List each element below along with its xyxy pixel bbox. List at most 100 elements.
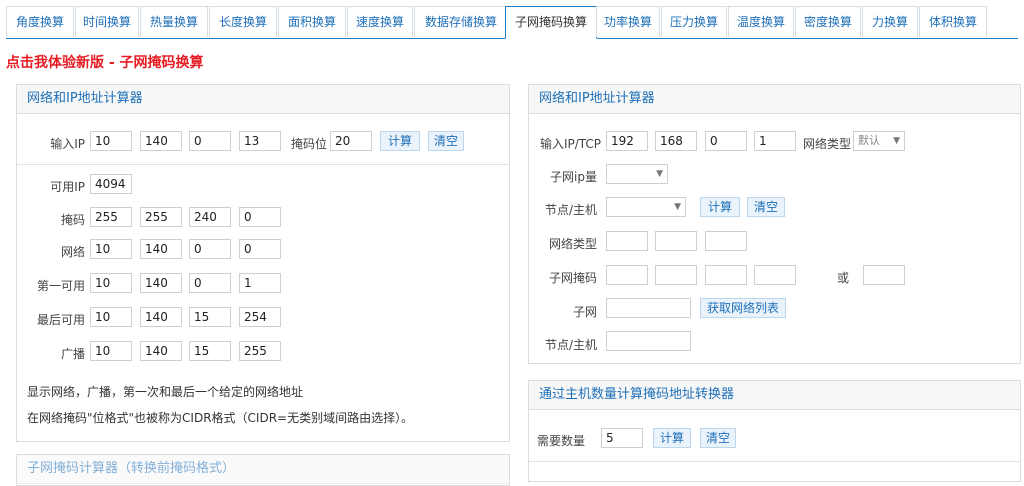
or-label: 或 [836,271,849,285]
broadcast-octet-3[interactable] [189,341,231,361]
ip-octet-2[interactable] [140,131,182,151]
usable-ip-value[interactable] [90,174,132,194]
node-host-output[interactable] [606,331,691,351]
tab-speed[interactable]: 速度换算 [347,6,413,37]
first-usable-octet-1[interactable] [90,273,132,293]
divider [17,164,509,165]
tab-data-storage[interactable]: 数据存储换算 [414,6,508,37]
subnet-mask-bits-output[interactable] [863,265,905,285]
network-type-label: 网络类型 [802,137,851,151]
node-host-output-label: 节点/主机 [544,338,597,352]
tab-angle[interactable]: 角度换算 [6,6,74,37]
tab-volume[interactable]: 体积换算 [919,6,987,37]
ip-octet-1[interactable] [90,131,132,151]
last-usable-octet-2[interactable] [140,307,182,327]
row-label-mask: 掩码 [60,213,85,227]
need-count-input[interactable] [601,428,643,448]
clear-button[interactable]: 清空 [428,131,464,151]
subnet-mask-octet-2[interactable] [655,265,697,285]
ip-octet-3[interactable] [189,131,231,151]
chevron-down-icon: ▼ [674,202,681,212]
subnet-ip-count-label: 子网ip量 [550,170,597,184]
tcp-ip-octet-1[interactable] [606,131,648,151]
subnet-input[interactable] [606,298,691,318]
tab-density[interactable]: 密度换算 [795,6,861,37]
node-host-label: 节点/主机 [544,203,597,217]
first-usable-octet-3[interactable] [189,273,231,293]
network-type-value: 默认 [858,134,880,147]
panel-title: 网络和IP地址计算器 [529,85,1020,114]
mask-octet-3[interactable] [189,207,231,227]
tab-length[interactable]: 长度换算 [209,6,277,37]
calc-button[interactable]: 计算 [700,197,740,217]
subnet-ip-count-select[interactable]: ▼ [606,164,668,184]
net-type-output-3[interactable] [705,231,747,251]
chevron-down-icon: ▼ [893,136,900,146]
clear-button[interactable]: 清空 [747,197,785,217]
calc-button[interactable]: 计算 [653,428,691,448]
network-type-select[interactable]: 默认 ▼ [853,131,905,151]
tab-area[interactable]: 面积换算 [278,6,346,37]
row-label-broadcast: 广播 [60,347,85,361]
tab-force[interactable]: 力换算 [862,6,918,37]
network-octet-4[interactable] [239,239,281,259]
net-type-output-1[interactable] [606,231,648,251]
last-usable-octet-1[interactable] [90,307,132,327]
last-usable-octet-4[interactable] [239,307,281,327]
node-host-select[interactable]: ▼ [606,197,686,217]
subnet-mask-output-label: 子网掩码 [548,271,597,285]
tcp-ip-octet-4[interactable] [754,131,796,151]
net-type-output-label: 网络类型 [548,237,597,251]
panel-title: 通过主机数量计算掩码地址转换器 [529,381,1020,410]
ip-calculator-panel-left: 网络和IP地址计算器 输入IP 掩码位 计算 清空 可用IP 掩码 网络 第一可… [16,84,510,442]
row-label-network: 网络 [60,245,85,259]
broadcast-octet-1[interactable] [90,341,132,361]
tab-time[interactable]: 时间换算 [75,6,139,37]
network-octet-3[interactable] [189,239,231,259]
subnet-mask-calculator-panel: 子网掩码计算器（转换前掩码格式） [16,454,510,486]
mask-bits-label: 掩码位 [290,137,327,151]
mask-bits-input[interactable] [330,131,372,151]
panel-title-partial: 子网掩码计算器（转换前掩码格式） [17,455,509,484]
input-ip-tcp-label: 输入IP/TCP [539,137,601,151]
ip-calculator-panel-right: 网络和IP地址计算器 输入IP/TCP 网络类型 默认 ▼ 子网ip量 ▼ 节点/… [528,84,1021,364]
broadcast-octet-2[interactable] [140,341,182,361]
input-ip-label: 输入IP [50,137,85,151]
unit-tabs: 角度换算 时间换算 热量换算 长度换算 面积换算 速度换算 数据存储换算 子网掩… [6,6,1018,39]
last-usable-octet-3[interactable] [189,307,231,327]
broadcast-octet-4[interactable] [239,341,281,361]
first-usable-octet-2[interactable] [140,273,182,293]
tab-temperature[interactable]: 温度换算 [728,6,794,37]
tab-pressure[interactable]: 压力换算 [661,6,727,37]
get-network-list-button[interactable]: 获取网络列表 [700,298,786,318]
subnet-mask-octet-1[interactable] [606,265,648,285]
subnet-label: 子网 [572,305,597,319]
tcp-ip-octet-3[interactable] [705,131,747,151]
tab-subnet-mask[interactable]: 子网掩码换算 [505,6,597,39]
row-label-last-usable: 最后可用 [36,313,85,327]
tab-heat[interactable]: 热量换算 [140,6,208,37]
net-type-output-2[interactable] [655,231,697,251]
row-label-first-usable: 第一可用 [36,279,85,293]
subnet-mask-octet-3[interactable] [705,265,747,285]
tab-power[interactable]: 功率换算 [596,6,660,37]
divider [529,461,1020,462]
usable-ip-label: 可用IP [50,180,85,194]
tcp-ip-octet-2[interactable] [655,131,697,151]
ip-octet-4[interactable] [239,131,281,151]
clear-button[interactable]: 清空 [700,428,736,448]
first-usable-octet-4[interactable] [239,273,281,293]
panel-title: 网络和IP地址计算器 [17,85,509,114]
network-octet-2[interactable] [140,239,182,259]
calc-button[interactable]: 计算 [380,131,420,151]
chevron-down-icon: ▼ [656,169,663,179]
subnet-mask-octet-4[interactable] [754,265,796,285]
mask-octet-1[interactable] [90,207,132,227]
mask-octet-4[interactable] [239,207,281,227]
mask-octet-2[interactable] [140,207,182,227]
help-text-2: 在网络掩码"位格式"也被称为CIDR格式（CIDR=无类别域间路由选择）。 [27,411,414,425]
host-count-mask-converter-panel: 通过主机数量计算掩码地址转换器 需要数量 计算 清空 [528,380,1021,482]
help-text-1: 显示网络，广播，第一次和最后一个给定的网络地址 [27,385,304,399]
promo-link[interactable]: 点击我体验新版 - 子网掩码换算 [6,52,204,72]
network-octet-1[interactable] [90,239,132,259]
